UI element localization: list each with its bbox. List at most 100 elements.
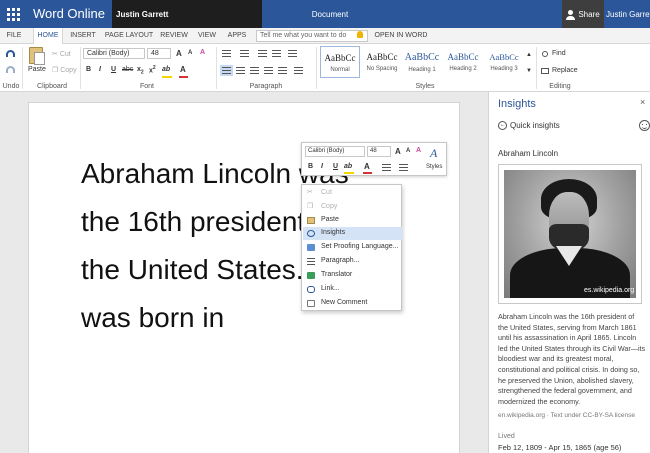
clear-formatting-button[interactable]: A — [200, 49, 205, 56]
mini-highlight-button[interactable]: ab — [344, 163, 352, 170]
source-attribution[interactable]: en.wikipedia.org · Text under CC-BY-SA l… — [498, 412, 635, 419]
open-in-word-button[interactable]: OPEN IN WORD — [372, 28, 430, 44]
mini-font-color-button[interactable]: A — [364, 162, 370, 171]
mini-shrink-font-button[interactable]: A — [406, 148, 410, 154]
font-size-select[interactable]: 48 — [147, 48, 171, 59]
highlight-button[interactable]: ab — [162, 66, 170, 73]
document-text-line[interactable]: the 16th president of — [81, 206, 336, 238]
font-color-button[interactable]: A — [180, 65, 186, 74]
italic-button[interactable]: I — [99, 66, 101, 73]
close-icon[interactable]: × — [640, 97, 645, 107]
styles-scroll-up-icon[interactable]: ▲ — [526, 52, 532, 58]
context-menu-new-comment[interactable]: New Comment — [303, 297, 402, 310]
paste-button[interactable]: Paste — [28, 66, 46, 73]
numbering-icon[interactable] — [240, 50, 249, 57]
share-person-icon — [566, 9, 576, 20]
mini-clear-formatting-button[interactable]: A — [416, 147, 421, 154]
tab-file[interactable]: FILE — [2, 28, 26, 44]
redo-icon[interactable] — [6, 66, 15, 73]
account-menu[interactable]: Justin Garrett — [606, 10, 650, 19]
paragraph-icon — [307, 258, 315, 265]
align-right-icon[interactable] — [250, 67, 259, 74]
style-heading-3[interactable]: AaBbCc Heading 3 — [484, 46, 524, 78]
context-menu-link[interactable]: Link... — [303, 283, 402, 296]
insight-bio: Abraham Lincoln was the 16th president o… — [498, 312, 646, 406]
document-text-line[interactable]: was born in — [81, 302, 224, 334]
mini-grow-font-button[interactable]: A — [395, 147, 401, 156]
style-heading-1[interactable]: AaBbCc Heading 1 — [402, 46, 442, 78]
align-left-icon[interactable] — [220, 65, 233, 76]
line-spacing-icon[interactable] — [278, 67, 287, 74]
shrink-font-button[interactable]: A — [188, 50, 192, 56]
feedback-smiley-icon[interactable] — [639, 120, 650, 131]
context-menu-translator[interactable]: Translator — [303, 269, 402, 282]
find-button[interactable]: Find — [552, 50, 566, 57]
style-heading-2[interactable]: AaBbCc Heading 2 — [443, 46, 483, 78]
strikethrough-button[interactable]: abc — [122, 66, 133, 73]
context-menu-copy[interactable]: ❐ Copy — [303, 201, 402, 214]
font-family-select[interactable]: Calibri (Body) — [83, 48, 145, 59]
underline-button[interactable]: U — [111, 66, 116, 73]
tab-home[interactable]: HOME — [33, 28, 63, 45]
lived-label: Lived — [498, 433, 515, 440]
ribbon-home: Undo Paste ✂ Cut ❐ Copy Clipboard Calibr… — [0, 44, 650, 92]
context-menu-insights[interactable]: Insights — [303, 227, 402, 240]
clipboard-group-label: Clipboard — [37, 83, 67, 90]
align-center-icon[interactable] — [236, 67, 245, 74]
tab-page-layout[interactable]: PAGE LAYOUT — [103, 28, 155, 44]
mini-numbering-icon[interactable] — [399, 164, 408, 171]
user-name-label: Justin Garrett — [112, 0, 262, 28]
justify-icon[interactable] — [264, 67, 273, 74]
subscript-button[interactable]: x2 — [137, 66, 144, 75]
mini-bold-button[interactable]: B — [308, 163, 313, 170]
bullets-icon[interactable] — [222, 50, 231, 57]
replace-icon — [541, 68, 549, 74]
document-title[interactable]: Document — [300, 10, 360, 19]
style-normal[interactable]: AaBbCc Normal — [320, 46, 360, 78]
context-menu-label: Cut — [321, 189, 332, 196]
context-menu-cut[interactable]: ✂ Cut — [303, 187, 402, 200]
back-arrow-icon[interactable]: ← — [498, 121, 507, 130]
mini-styles-icon[interactable]: A — [430, 146, 437, 161]
context-menu-label: Copy — [321, 203, 338, 210]
quick-insights-link[interactable]: Quick insights — [510, 121, 560, 130]
share-button[interactable]: Share — [562, 0, 604, 28]
app-launcher-button[interactable] — [0, 0, 26, 28]
tab-view[interactable]: VIEW — [195, 28, 219, 44]
tab-apps[interactable]: APPS — [225, 28, 249, 44]
cut-button[interactable]: ✂ Cut — [52, 50, 71, 58]
increase-indent-icon[interactable] — [272, 50, 281, 57]
mini-font-family-select[interactable]: Calibri (Body) — [305, 146, 365, 157]
mini-bullets-icon[interactable] — [382, 164, 391, 171]
context-menu-label: Insights — [321, 229, 346, 236]
context-menu-paragraph[interactable]: Paragraph... — [303, 255, 402, 268]
copy-button[interactable]: ❐ Copy — [52, 66, 77, 74]
replace-button[interactable]: Replace — [552, 67, 578, 74]
ribbon-separator — [216, 47, 217, 89]
mini-underline-button[interactable]: U — [333, 163, 338, 170]
grow-font-button[interactable]: A — [176, 49, 182, 58]
rtl-direction-icon[interactable] — [294, 67, 303, 74]
app-name[interactable]: Word Online — [33, 6, 105, 21]
mini-styles-button[interactable]: Styles — [426, 164, 442, 170]
ltr-direction-icon[interactable] — [288, 50, 297, 57]
superscript-button[interactable]: x2 — [149, 65, 156, 74]
mini-italic-button[interactable]: I — [321, 163, 323, 170]
tell-me-input[interactable]: Tell me what you want to do — [256, 30, 368, 42]
context-menu-paste[interactable]: Paste — [303, 214, 402, 227]
share-label: Share — [578, 9, 600, 19]
insight-image[interactable]: es.wikipedia.org — [498, 164, 642, 304]
mini-font-color-swatch — [363, 172, 372, 174]
decrease-indent-icon[interactable] — [258, 50, 267, 57]
scissors-icon: ✂ — [52, 51, 60, 58]
styles-scroll-down-icon[interactable]: ▼ — [526, 68, 532, 74]
undo-icon[interactable] — [6, 50, 15, 57]
style-preview: AaBbCc — [447, 52, 479, 62]
clipboard-paste-icon[interactable] — [29, 47, 45, 65]
context-menu-proofing[interactable]: Set Proofing Language... — [303, 241, 402, 254]
bold-button[interactable]: B — [86, 66, 91, 73]
style-no-spacing[interactable]: AaBbCc No Spacing — [362, 46, 402, 78]
mini-font-size-select[interactable]: 48 — [367, 146, 391, 157]
tab-review[interactable]: REVIEW — [158, 28, 190, 44]
tab-insert[interactable]: INSERT — [68, 28, 98, 44]
